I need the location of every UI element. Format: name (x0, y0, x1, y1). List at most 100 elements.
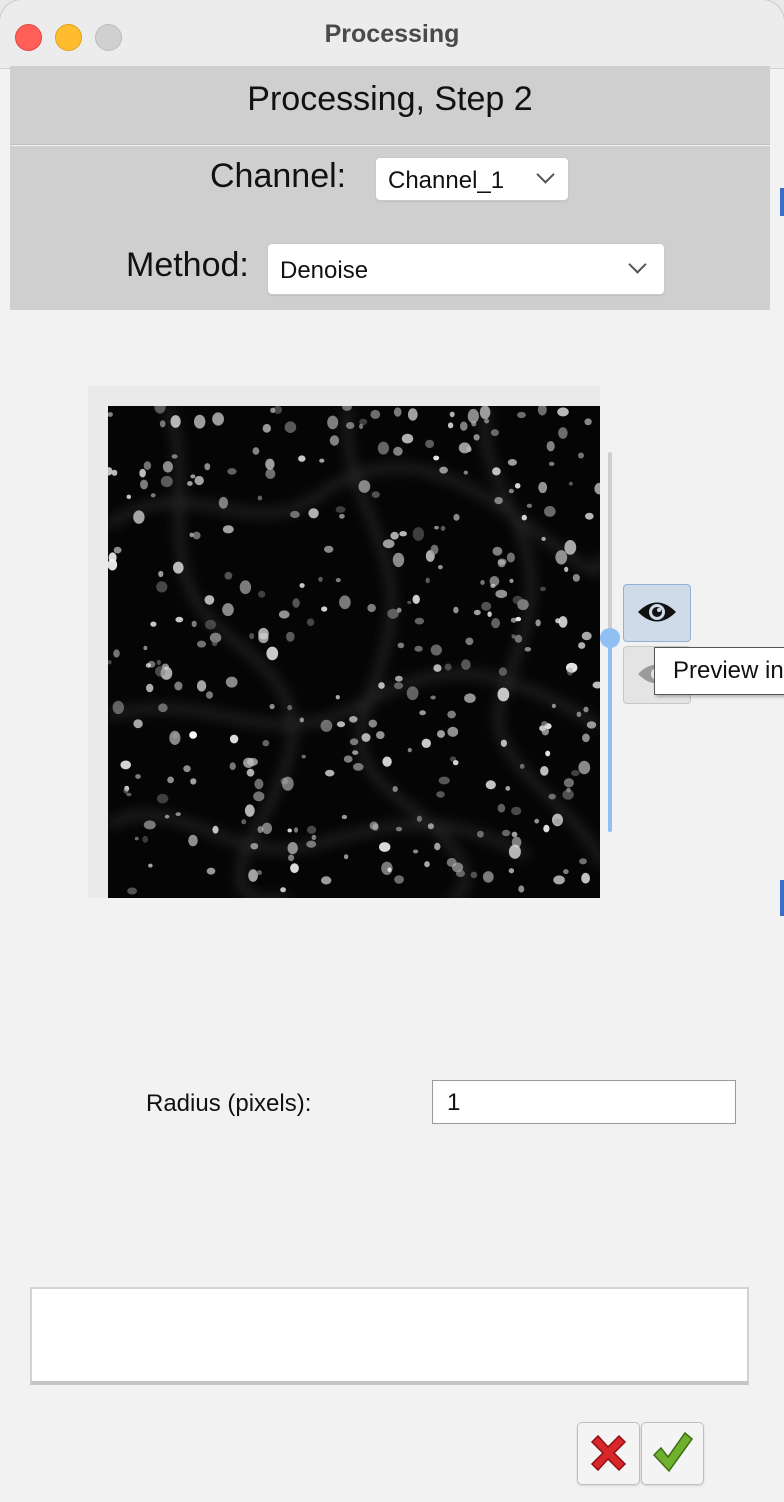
step-header: Processing, Step 2 (10, 66, 770, 145)
nucleus-spot (419, 710, 426, 716)
red-x-icon (590, 1434, 627, 1472)
title-bar: Processing (0, 0, 784, 69)
nucleus-spot (204, 595, 215, 605)
radius-input[interactable]: 1 (432, 1080, 736, 1124)
nucleus-spot (156, 659, 161, 666)
nucleus-spot (497, 803, 506, 813)
nucleus-spot (239, 580, 252, 595)
nucleus-spot (511, 806, 522, 816)
nucleus-spot (471, 420, 477, 427)
nucleus-spot (286, 631, 295, 642)
nucleus-spot (510, 617, 517, 623)
nucleus-spot (541, 536, 546, 541)
nucleus-spot (126, 792, 132, 797)
nucleus-spot (244, 804, 255, 817)
nucleus-spot (540, 586, 546, 592)
method-dropdown[interactable]: Denoise (267, 243, 665, 295)
nucleus-spot (173, 561, 184, 574)
nucleus-spot (540, 766, 549, 776)
nucleus-spot (318, 576, 323, 582)
nucleus-spot (378, 682, 385, 689)
nucleus-spot (160, 475, 173, 488)
nucleus-spot (143, 820, 156, 830)
status-log-area (30, 1287, 749, 1385)
chevron-down-icon (536, 165, 555, 184)
nucleus-spot (280, 887, 286, 893)
nucleus-spot (414, 617, 425, 625)
ok-button[interactable] (641, 1422, 704, 1485)
nucleus-spot (464, 693, 476, 703)
nucleus-spot (288, 854, 295, 862)
preview-slider-fill (608, 640, 612, 832)
eye-icon (638, 602, 676, 622)
nucleus-spot (371, 491, 380, 498)
nucleus-spot (249, 633, 255, 640)
nucleus-spot (508, 868, 515, 874)
nucleus-spot (407, 747, 412, 753)
nucleus-spot (335, 578, 341, 583)
nucleus-spot (368, 719, 378, 728)
preview-button[interactable] (623, 584, 691, 642)
nucleus-spot (489, 576, 500, 587)
nucleus-spot (145, 663, 151, 668)
nucleus-spot (541, 727, 549, 736)
nucleus-spot (524, 647, 532, 652)
nucleus-spot (480, 580, 485, 585)
nucleus-spot (266, 646, 279, 661)
nucleus-spot (566, 667, 574, 676)
nucleus-spot (367, 603, 376, 613)
preview-slider-thumb[interactable] (600, 628, 620, 648)
nucleus-spot (158, 703, 168, 713)
nucleus-spot (172, 732, 178, 739)
nucleus-spot (548, 793, 556, 800)
nucleus-spot (507, 459, 517, 466)
nucleus-spot (336, 721, 346, 728)
nucleus-spot (335, 506, 346, 513)
nucleus-spot (518, 885, 525, 893)
nucleus-spot (329, 435, 340, 446)
nucleus-spot (571, 770, 580, 777)
nucleus-spot (470, 871, 478, 879)
nucleus-spot (440, 525, 446, 531)
nucleus-spot (258, 590, 266, 598)
nucleus-spot (492, 467, 501, 476)
nucleus-spot (501, 829, 511, 837)
nucleus-spot (164, 814, 170, 819)
nucleus-spot (572, 574, 580, 582)
nucleus-spot (484, 418, 490, 424)
nucleus-spot (292, 598, 300, 608)
nucleus-spot (321, 606, 328, 612)
chevron-down-icon (628, 255, 647, 274)
nucleus-spot (393, 446, 403, 456)
nucleus-spot (146, 683, 154, 693)
nucleus-spot (538, 481, 548, 494)
nucleus-spot (196, 680, 207, 692)
nucleus-spot (412, 849, 419, 854)
cancel-button[interactable] (577, 1422, 640, 1485)
nucleus-spot (218, 496, 229, 509)
nucleus-spot (578, 452, 584, 459)
nucleus-spot (558, 427, 568, 439)
nucleus-spot (425, 439, 435, 449)
nucleus-spot (541, 721, 548, 727)
nucleus-spot (438, 565, 443, 570)
nucleus-spot (212, 825, 219, 834)
nucleus-spot (254, 778, 264, 790)
nucleus-spot (557, 407, 569, 417)
nucleus-spot (148, 863, 153, 868)
nucleus-spot (290, 863, 299, 874)
nucleus-spot (505, 786, 511, 791)
nucleus-spot (225, 676, 238, 688)
nucleus-spot (133, 510, 145, 524)
nucleus-spot (287, 842, 298, 855)
nucleus-spot (192, 531, 201, 540)
nucleus-spot (246, 768, 255, 777)
nucleus-spot (265, 468, 276, 479)
nucleus-spot (187, 481, 193, 486)
channel-dropdown[interactable]: Channel_1 (375, 157, 569, 201)
nucleus-spot (229, 734, 239, 744)
nucleus-spot (551, 703, 556, 709)
nucleus-spot (319, 458, 325, 463)
nucleus-spot (308, 508, 319, 519)
nucleus-spot (553, 818, 562, 826)
